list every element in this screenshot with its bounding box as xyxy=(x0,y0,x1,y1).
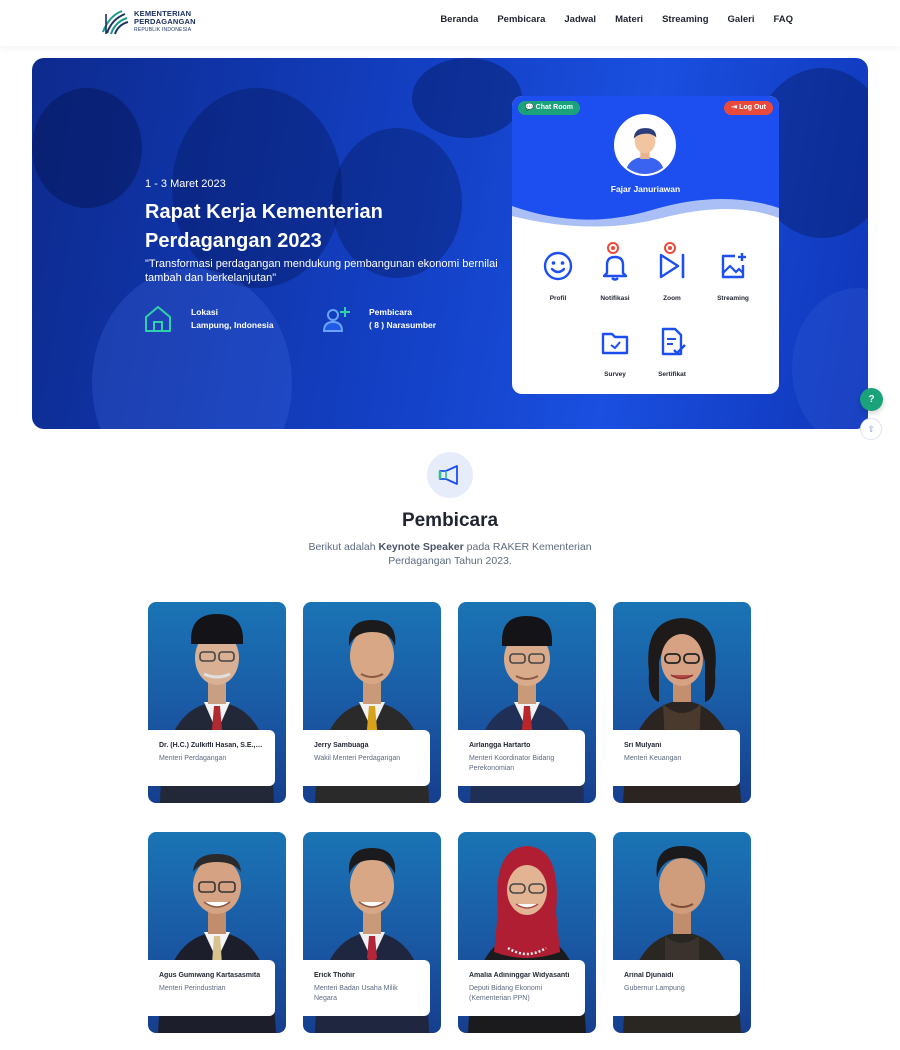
megaphone-icon xyxy=(438,465,458,485)
avatar-illustration xyxy=(616,116,674,174)
speaker-name: Airlangga Hartarto xyxy=(469,742,531,749)
section-title: Pembicara xyxy=(401,510,499,531)
speaker-role: Wakil Menteri Perdagangan xyxy=(314,755,401,762)
menu-profil[interactable]: Profil xyxy=(528,250,588,302)
menu-survey-label: Survey xyxy=(604,371,626,378)
speaker-card[interactable]: Erick Thohir Menteri Badan Usaha Milik N… xyxy=(303,832,441,1033)
speaker-card[interactable]: Arinal Djunaidi Gubernur Lampung xyxy=(613,832,751,1033)
speaker-role: Gubernur Lampung xyxy=(624,985,685,992)
play-icon xyxy=(659,253,685,279)
zoom-badge xyxy=(664,242,676,254)
nav-pembicara[interactable]: Pembicara xyxy=(497,14,545,25)
speaker-role: Menteri Perdagangan xyxy=(159,755,227,762)
speaker-role: Menteri Badan Usaha Milik Negara xyxy=(314,985,398,1002)
speaker-card[interactable]: Dr. (H.C.) Zulkifli Hasan, S.E., M.M. Me… xyxy=(148,602,286,803)
speaker-name: Agus Gumiwang Kartasasmita xyxy=(159,972,261,979)
menu-streaming[interactable]: Streaming xyxy=(703,250,763,302)
speaker-role: Menteri Keuangan xyxy=(624,755,682,762)
user-add-icon xyxy=(322,307,350,332)
subtitle-text-start: Berikut adalah xyxy=(308,541,379,553)
speaker-role: Menteri Perindustrian xyxy=(159,985,226,992)
menu-zoom[interactable]: Zoom xyxy=(642,242,702,302)
nav-streaming[interactable]: Streaming xyxy=(662,14,708,25)
menu-sertifikat-label: Sertifikat xyxy=(658,371,686,378)
nav-materi[interactable]: Materi xyxy=(615,14,643,25)
menu-profil-label: Profil xyxy=(549,295,567,302)
menu-sertifikat[interactable]: Sertifikat xyxy=(642,326,702,378)
event-title: Rapat Kerja Kementerian Perdagangan 2023 xyxy=(145,201,383,252)
speaker-info: Arinal Djunaidi Gubernur Lampung xyxy=(613,960,740,1016)
speaker-info: Agus Gumiwang Kartasasmita Menteri Perin… xyxy=(148,960,275,1016)
user-profile-card: 💬 Chat Room ⇥ Log Out Fajar Januriawan P… xyxy=(512,96,779,394)
nav-faq[interactable]: FAQ xyxy=(773,14,793,25)
event-location: Lokasi Lampung, Indonesia xyxy=(143,304,274,334)
scroll-up-button[interactable]: ⇧ xyxy=(860,418,882,440)
nav-galeri[interactable]: Galeri xyxy=(728,14,755,25)
speaker-role: Deputi Bidang Ekonomi (Kementerian PPN) xyxy=(469,985,543,1002)
hero-background-shape xyxy=(32,88,142,208)
speakers-label: Pembicara xyxy=(369,307,412,317)
speaker-name: Amalia Adininggar Widyasanti xyxy=(469,972,570,979)
top-navbar: KEMENTERIAN PERDAGANGAN REPUBLIK INDONES… xyxy=(0,0,900,46)
speaker-info: Erick Thohir Menteri Badan Usaha Milik N… xyxy=(303,960,430,1016)
home-icon xyxy=(145,306,171,332)
user-name: Fajar Januriawan xyxy=(610,184,681,194)
location-value: Lampung, Indonesia xyxy=(191,320,274,330)
speaker-card[interactable]: Amalia Adininggar Widyasanti Deputi Bida… xyxy=(458,832,596,1033)
notification-badge xyxy=(607,242,619,254)
ministry-logo-icon xyxy=(102,10,129,35)
speaker-info: Airlangga Hartarto Menteri Koordinator B… xyxy=(458,730,585,786)
speaker-name: Erick Thohir xyxy=(314,972,355,979)
log-out-label: Log Out xyxy=(739,104,766,111)
main-nav: Beranda Pembicara Jadwal Materi Streamin… xyxy=(440,14,793,25)
event-speakers-count: Pembicara ( 8 ) Narasumber xyxy=(321,304,436,334)
ministry-logo[interactable]: KEMENTERIAN PERDAGANGAN REPUBLIK INDONES… xyxy=(100,8,196,36)
speaker-role: Menteri Koordinator Bidang Perekonomian xyxy=(469,755,555,772)
menu-notifikasi[interactable]: Notifikasi xyxy=(585,242,645,302)
image-add-icon xyxy=(721,253,746,279)
speaker-card[interactable]: Agus Gumiwang Kartasasmita Menteri Perin… xyxy=(148,832,286,1033)
subtitle-highlight: Keynote Speaker xyxy=(378,541,464,553)
log-out-button[interactable]: ⇥ Log Out xyxy=(724,101,773,115)
wave-decoration xyxy=(512,198,779,236)
logo-line-3: REPUBLIK INDONESIA xyxy=(134,27,192,33)
hero-background-shape xyxy=(92,268,292,429)
event-tagline: "Transformasi perdagangan mendukung pemb… xyxy=(145,258,498,284)
section-icon-wrapper xyxy=(427,452,473,498)
event-date: 1 - 3 Maret 2023 xyxy=(145,178,226,190)
bell-icon xyxy=(602,255,628,281)
speaker-info: Dr. (H.C.) Zulkifli Hasan, S.E., M.M. Me… xyxy=(148,730,275,786)
speakers-value: ( 8 ) Narasumber xyxy=(369,320,437,330)
speaker-info: Amalia Adininggar Widyasanti Deputi Bida… xyxy=(458,960,585,1016)
hero-background-shape xyxy=(792,288,868,429)
speaker-card[interactable]: Airlangga Hartarto Menteri Koordinator B… xyxy=(458,602,596,803)
nav-beranda[interactable]: Beranda xyxy=(440,14,478,25)
speaker-name: Dr. (H.C.) Zulkifli Hasan, S.E., M.M. xyxy=(159,742,264,749)
speaker-info: Jerry Sambuaga Wakil Menteri Perdagangan xyxy=(303,730,430,786)
menu-streaming-label: Streaming xyxy=(717,295,749,302)
location-label: Lokasi xyxy=(191,307,218,317)
ministry-name: KEMENTERIAN PERDAGANGAN REPUBLIK INDONES… xyxy=(134,10,196,34)
hero-banner: 1 - 3 Maret 2023 Rapat Kerja Kementerian… xyxy=(32,58,868,429)
chat-room-label: Chat Room xyxy=(535,104,574,111)
menu-notifikasi-label: Notifikasi xyxy=(600,295,630,302)
section-subtitle: Berikut adalah Keynote Speaker pada RAKE… xyxy=(290,540,610,568)
help-button[interactable]: ? xyxy=(860,388,883,411)
speaker-name: Sri Mulyani xyxy=(624,742,662,749)
user-avatar[interactable] xyxy=(614,114,676,176)
folder-icon xyxy=(601,332,629,355)
menu-zoom-label: Zoom xyxy=(663,295,681,302)
speaker-name: Jerry Sambuaga xyxy=(314,742,369,749)
smile-icon xyxy=(543,251,573,281)
hero-background-shape xyxy=(412,58,522,138)
speaker-info: Sri Mulyani Menteri Keuangan xyxy=(613,730,740,786)
speaker-name: Arinal Djunaidi xyxy=(624,972,674,979)
speaker-card[interactable]: Sri Mulyani Menteri Keuangan xyxy=(613,602,751,803)
nav-jadwal[interactable]: Jadwal xyxy=(564,14,596,25)
document-check-icon xyxy=(661,327,686,356)
menu-survey[interactable]: Survey xyxy=(585,326,645,378)
chat-room-button[interactable]: 💬 Chat Room xyxy=(518,101,581,115)
speaker-card[interactable]: Jerry Sambuaga Wakil Menteri Perdagangan xyxy=(303,602,441,803)
logo-line-2: PERDAGANGAN xyxy=(134,17,196,26)
